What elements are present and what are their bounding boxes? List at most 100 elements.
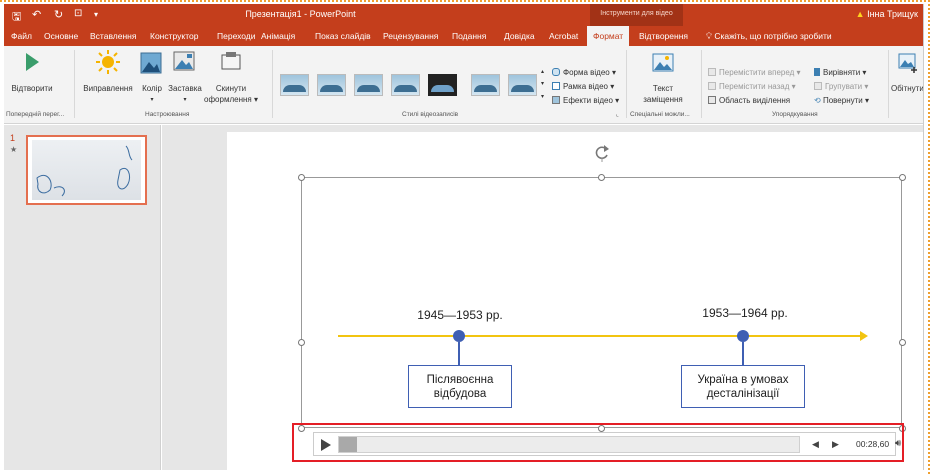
alt-text-label-line2: заміщення <box>643 95 683 104</box>
selection-pane-label: Область виділення <box>719 96 791 105</box>
group-label: Групувати <box>825 82 863 91</box>
resize-handle-top-left[interactable] <box>298 174 305 181</box>
slide-thumbnail[interactable] <box>26 135 147 205</box>
timeline-arrowhead <box>860 331 868 341</box>
color-dropdown-icon: ▾ <box>150 97 154 103</box>
group-button[interactable]: Групувати ▾ <box>814 82 868 91</box>
slide-thumbnail-pane: 1 ★ <box>4 125 161 470</box>
video-border-icon <box>552 82 560 90</box>
selection-pane-button[interactable]: Область виділення <box>708 96 790 105</box>
tab-format[interactable]: Формат <box>587 26 630 46</box>
play-pause-button[interactable] <box>321 439 331 451</box>
corrections-label: Виправлення <box>83 84 133 93</box>
sun-icon <box>96 50 120 74</box>
group-separator <box>74 50 75 118</box>
video-style-6[interactable] <box>471 74 500 96</box>
send-backward-button[interactable]: Перемістити назад ▾ <box>708 82 796 91</box>
poster-frame-icon <box>173 51 195 71</box>
tell-me-text: Скажіть, що потрібно зробити <box>714 31 832 41</box>
rotate-icon: ⟲ <box>814 96 823 105</box>
tab-review[interactable]: Рецензування <box>383 26 438 46</box>
slide-canvas: 1945—1953 рр. 1953—1964 рр. Післявоєнна … <box>227 132 923 470</box>
group-adjust-label: Настроювання <box>145 111 190 118</box>
slide-editor: 1945—1953 рр. 1953—1964 рр. Післявоєнна … <box>162 125 923 470</box>
period-label-2: 1953—1964 рр. <box>702 306 788 320</box>
video-effects-button[interactable]: Ефекти відео ▾ <box>552 96 619 105</box>
marker-connector-1 <box>458 342 460 365</box>
align-button[interactable]: Вирівняти ▾ <box>814 68 866 77</box>
rotate-handle-icon[interactable] <box>594 144 610 162</box>
rotate-label: Повернути <box>822 96 863 105</box>
send-backward-label: Перемістити назад <box>719 82 790 91</box>
bring-forward-button[interactable]: Перемістити вперед ▾ <box>708 68 801 77</box>
resize-handle-left[interactable] <box>298 339 305 346</box>
group-arrange-label: Упорядкування <box>772 111 818 118</box>
video-border-label: Рамка відео <box>563 82 608 91</box>
video-style-5[interactable] <box>428 74 457 96</box>
step-back-icon[interactable]: ◀ <box>812 439 819 450</box>
video-style-1[interactable] <box>280 74 309 96</box>
tab-playback[interactable]: Відтворення <box>639 26 688 46</box>
tab-acrobat[interactable]: Acrobat <box>549 26 578 46</box>
tab-slide-show[interactable]: Показ слайдів <box>315 26 371 46</box>
ribbon: Відтворити Попередній перег... Виправлен… <box>4 46 924 124</box>
rotate-button[interactable]: ⟲ Повернути ▾ <box>814 96 869 105</box>
resize-handle-right[interactable] <box>899 339 906 346</box>
group-separator <box>701 50 702 118</box>
video-style-7[interactable] <box>508 74 537 96</box>
thumbnail-map-sketch <box>36 145 133 197</box>
tab-animations[interactable]: Анімація <box>261 26 295 46</box>
video-style-preview <box>511 85 534 92</box>
timeline-marker-2 <box>737 330 749 342</box>
tab-help[interactable]: Довідка <box>504 26 535 46</box>
video-shape-button[interactable]: Форма відео ▾ <box>552 68 616 77</box>
tab-insert[interactable]: Вставлення <box>90 26 136 46</box>
video-shape-icon <box>552 68 560 76</box>
video-style-3[interactable] <box>354 74 383 96</box>
event-box-2: Україна в умовах десталінізації <box>681 365 805 408</box>
styles-scroll-up-icon[interactable]: ▴ <box>541 68 544 75</box>
align-label: Вирівняти <box>823 68 861 77</box>
tab-home[interactable]: Основне <box>44 26 78 46</box>
video-style-preview <box>283 85 306 92</box>
user-account[interactable]: ▲ Інна Трищук <box>856 9 918 19</box>
tab-view[interactable]: Подання <box>452 26 486 46</box>
styles-more-icon[interactable]: ▾ <box>541 93 544 100</box>
event-box-2-text: Україна в умовах десталінізації <box>697 373 788 401</box>
video-effects-icon <box>552 96 560 104</box>
alt-text-label-line1: Текст <box>652 84 674 93</box>
tab-file[interactable]: Файл <box>11 26 32 46</box>
event-box-1-text: Післявоєнна відбудова <box>427 373 494 401</box>
dialog-launcher-icon[interactable]: ⌞ <box>616 111 619 118</box>
animation-marker-icon: ★ <box>10 145 18 154</box>
video-effects-label: Ефекти відео <box>563 96 613 105</box>
playback-progress-bar[interactable] <box>338 436 800 453</box>
video-selection-frame[interactable] <box>301 177 902 428</box>
page-dotted-border-top <box>0 0 930 3</box>
tab-design[interactable]: Конструктор <box>150 26 198 46</box>
window-title: Презентація1 - PowerPoint <box>245 9 356 19</box>
timeline-marker-1 <box>453 330 465 342</box>
step-forward-icon[interactable]: ▶ <box>832 439 839 450</box>
event-1-title-line2: відбудова <box>433 387 487 400</box>
crop-label: Обітнути <box>891 84 924 93</box>
event-2-title-line2: десталінізації <box>706 387 780 400</box>
tell-me-search[interactable]: 💡︎ Скажіть, що потрібно зробити <box>706 26 832 46</box>
volume-icon[interactable]: 🔊︎ <box>895 438 901 449</box>
resize-handle-top-right[interactable] <box>899 174 906 181</box>
slide-number: 1 <box>10 133 16 143</box>
playback-time: 00:28,60 <box>856 439 890 449</box>
video-border-button[interactable]: Рамка відео ▾ <box>552 82 614 91</box>
event-2-title-line1: Україна в умовах <box>697 373 789 386</box>
styles-scroll-down-icon[interactable]: ▾ <box>541 80 544 87</box>
video-tools-context-label: Інструменти для відео <box>590 4 683 26</box>
video-style-4[interactable] <box>391 74 420 96</box>
powerpoint-window: 🖫 ↶ ↻ ⊡ ▾ Презентація1 - PowerPoint Інст… <box>4 4 924 470</box>
video-style-preview <box>474 85 497 92</box>
video-style-2[interactable] <box>317 74 346 96</box>
reset-design-label-line2: оформлення ▾ <box>204 95 258 104</box>
resize-handle-top[interactable] <box>598 174 605 181</box>
play-label: Відтворити <box>11 84 53 93</box>
group-separator <box>626 50 627 118</box>
tab-transitions[interactable]: Переходи <box>217 26 256 46</box>
